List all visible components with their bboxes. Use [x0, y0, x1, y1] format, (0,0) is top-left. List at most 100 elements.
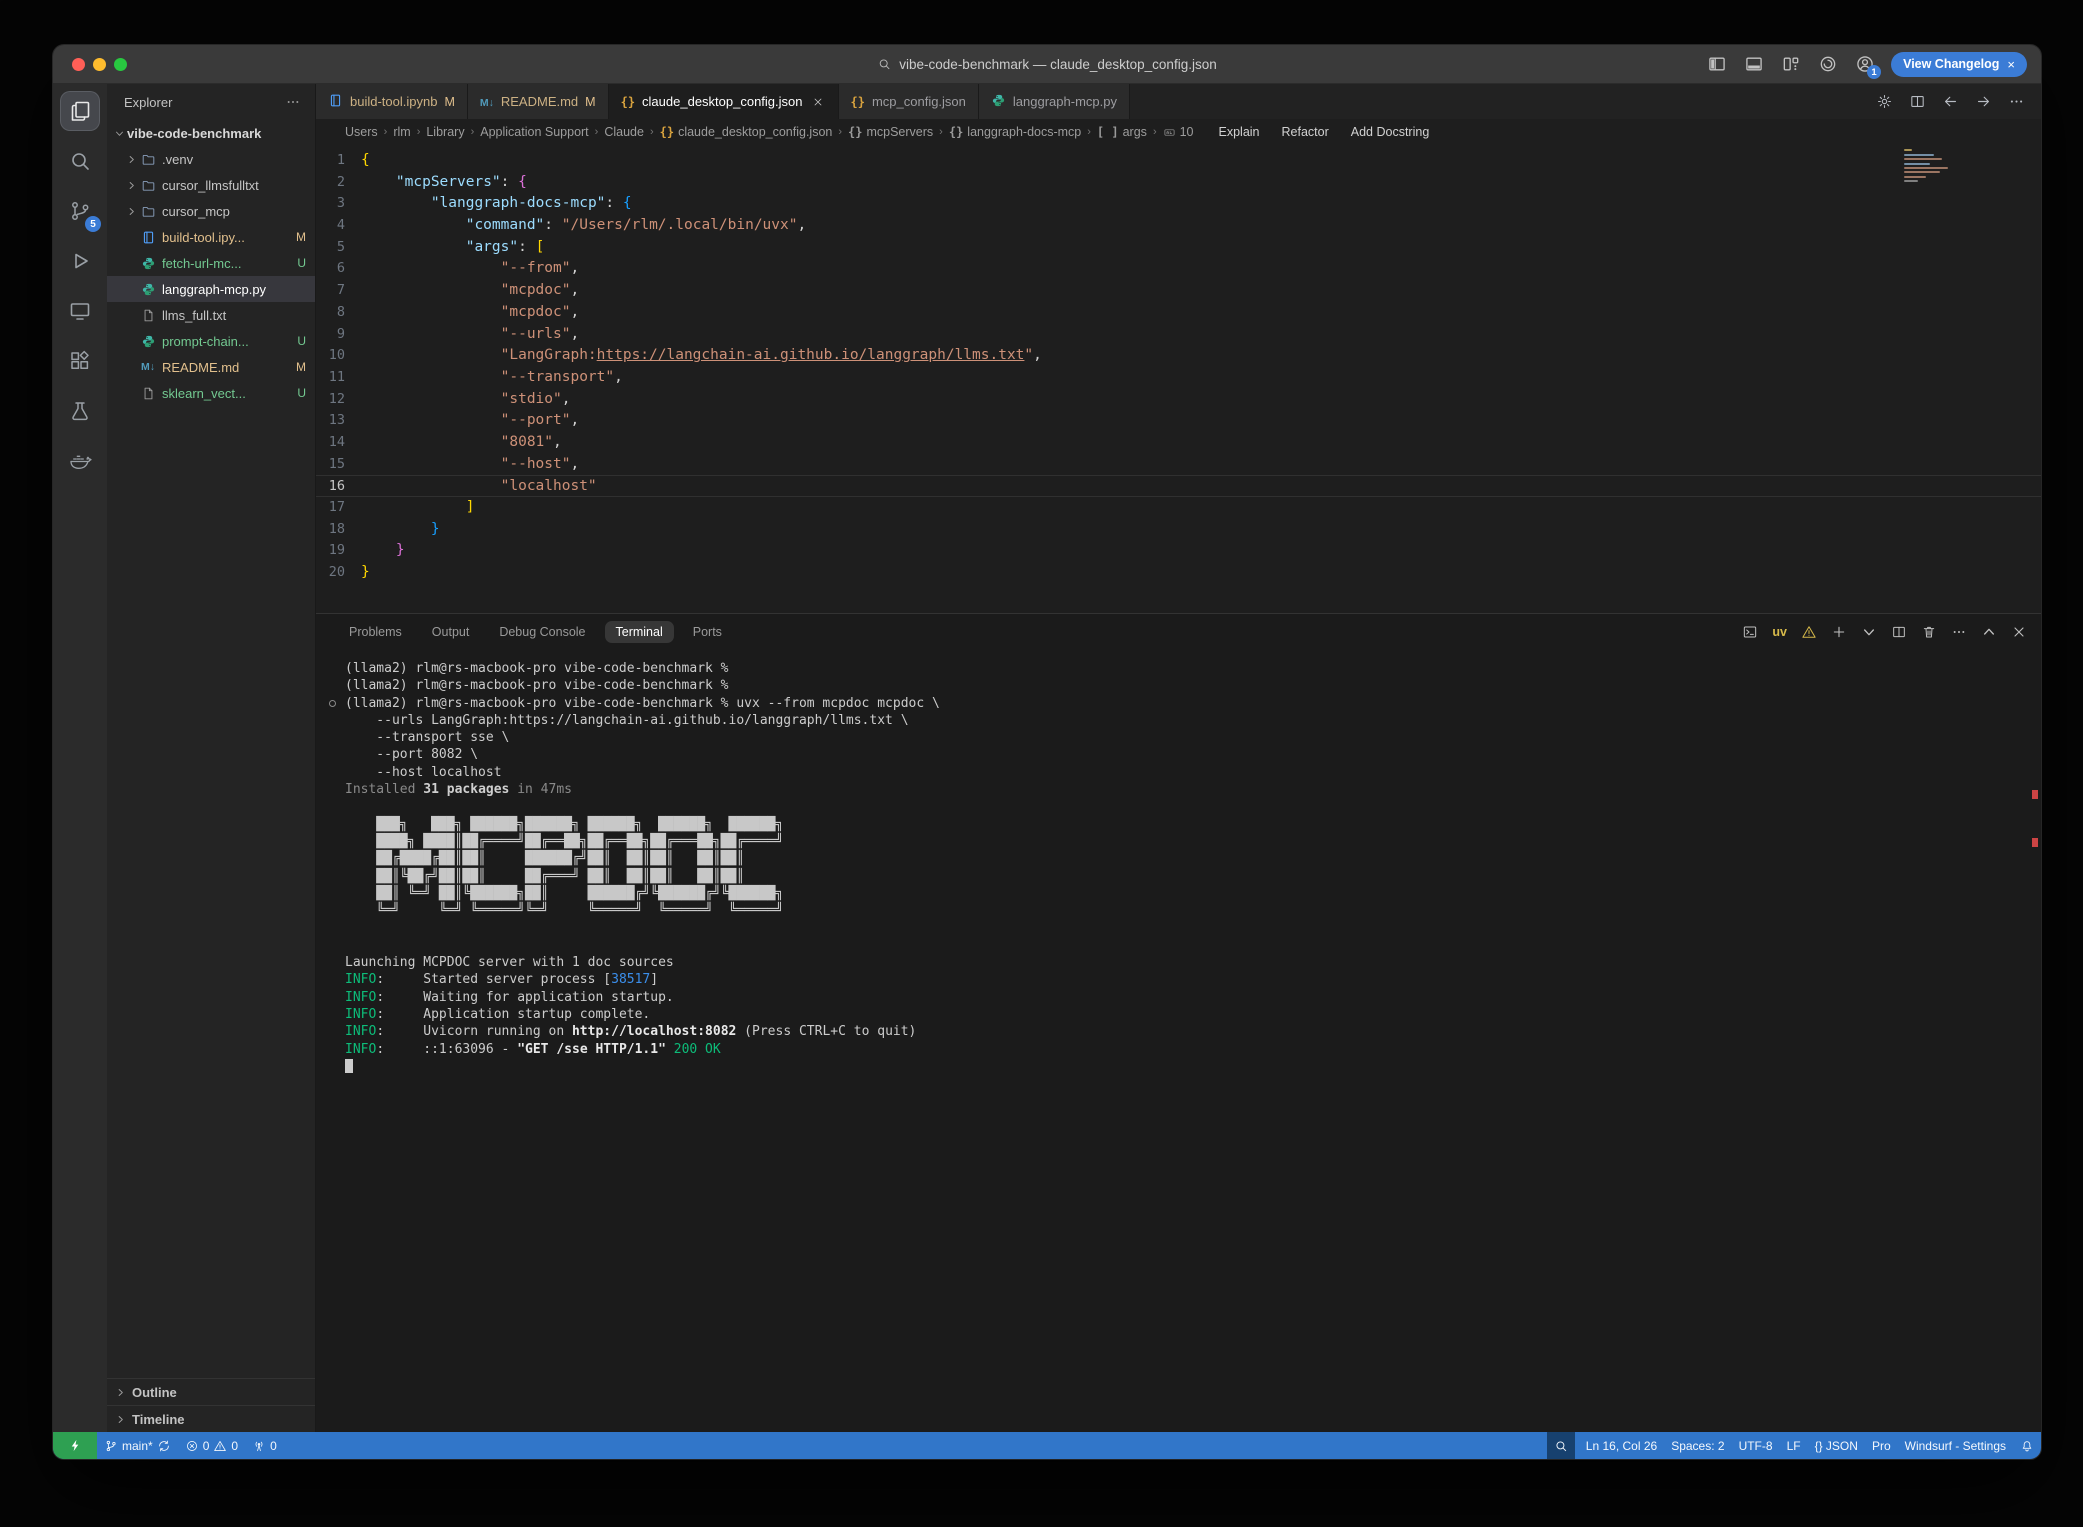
view-changelog-button[interactable]: View Changelog ×: [1891, 52, 2027, 77]
record-button[interactable]: [1817, 53, 1839, 75]
panel-tab-problems[interactable]: Problems: [338, 621, 413, 643]
activity-docker[interactable]: [61, 442, 99, 480]
breadcrumb-item-application-support[interactable]: Application Support: [480, 125, 588, 139]
breadcrumb-item-claude-desktop-config-json[interactable]: {}claude_desktop_config.json: [660, 125, 833, 139]
code-editor[interactable]: 1{2"mcpServers": {3"langgraph-docs-mcp":…: [316, 145, 2041, 613]
tree-item-venv[interactable]: .venv: [107, 146, 315, 172]
statusbar-problems[interactable]: 00: [178, 1432, 245, 1459]
gear-button[interactable]: [1876, 93, 1893, 110]
panel-tab-debug-console[interactable]: Debug Console: [488, 621, 596, 643]
statusbar-branch[interactable]: main*: [97, 1432, 178, 1459]
code-action-explain[interactable]: Explain: [1219, 125, 1260, 139]
ellipsis-button[interactable]: [1951, 624, 1967, 640]
minimize-window-button[interactable]: [93, 58, 106, 71]
sidebar-section-timeline[interactable]: Timeline: [107, 1405, 315, 1432]
warning-icon[interactable]: [1801, 624, 1817, 640]
tree-item-build-tool-ipy[interactable]: build-tool.ipy...M: [107, 224, 315, 250]
breadcrumb-item-rlm[interactable]: rlm: [393, 125, 410, 139]
terminal-line: (llama2) rlm@rs-macbook-pro vibe-code-be…: [345, 677, 2041, 694]
breadcrumb-item-args[interactable]: [ ]args: [1097, 125, 1147, 139]
close-button[interactable]: [2011, 624, 2027, 640]
activity-source-control[interactable]: 5: [61, 192, 99, 230]
tab-mcp-config-json[interactable]: {}mcp_config.json: [839, 84, 979, 119]
tab-langgraph-mcp-py[interactable]: langgraph-mcp.py: [979, 84, 1130, 119]
tab-claude-desktop-config-json[interactable]: {}claude_desktop_config.json: [609, 84, 839, 119]
layout-grid-button[interactable]: [1780, 53, 1802, 75]
code-text: "args": [: [361, 237, 544, 259]
account-button[interactable]: 1: [1854, 53, 1876, 75]
statusbar-json[interactable]: {} JSON: [1808, 1432, 1865, 1459]
breadcrumb-item-langgraph-docs-mcp[interactable]: {}langgraph-docs-mcp: [949, 125, 1081, 139]
layout-sidebar-button[interactable]: [1706, 53, 1728, 75]
ellipsis-button[interactable]: [2008, 93, 2025, 110]
statusbar-lf[interactable]: LF: [1780, 1432, 1808, 1459]
window-title-search[interactable]: vibe-code-benchmark — claude_desktop_con…: [877, 57, 1216, 72]
split-button[interactable]: [1891, 624, 1907, 640]
tree-item-llms-full-txt[interactable]: llms_full.txt: [107, 302, 315, 328]
code-text: }: [361, 540, 405, 562]
statusbar-utf-8[interactable]: UTF-8: [1732, 1432, 1780, 1459]
statusbar-zoom-button[interactable]: [1547, 1432, 1575, 1459]
breadcrumb-separator: ›: [1084, 126, 1094, 138]
code-line-18: 18}: [316, 519, 2041, 541]
tree-item-fetch-url-mc[interactable]: fetch-url-mc...U: [107, 250, 315, 276]
statusbar-spaces-2[interactable]: Spaces: 2: [1664, 1432, 1731, 1459]
git-status-badge: U: [297, 334, 306, 348]
chevron-down-button[interactable]: [1861, 624, 1877, 640]
layout-panel-button[interactable]: [1743, 53, 1765, 75]
tree-item-sklearn-vect[interactable]: sklearn_vect...U: [107, 380, 315, 406]
code-action-refactor[interactable]: Refactor: [1282, 125, 1329, 139]
activity-remote[interactable]: [61, 292, 99, 330]
sidebar-section-outline[interactable]: Outline: [107, 1378, 315, 1405]
activity-extensions[interactable]: [61, 342, 99, 380]
notifications-bell-button[interactable]: [2013, 1432, 2041, 1459]
activity-run-debug[interactable]: [61, 242, 99, 280]
panel-tab-terminal[interactable]: Terminal: [605, 621, 674, 643]
search-icon: [68, 149, 92, 173]
breadcrumb-item-mcpservers[interactable]: {}mcpServers: [848, 125, 933, 139]
tree-item-cursor-mcp[interactable]: cursor_mcp: [107, 198, 315, 224]
panel-tab-output[interactable]: Output: [421, 621, 481, 643]
minimap[interactable]: [1904, 147, 1962, 195]
statusbar-windsurf-settings[interactable]: Windsurf - Settings: [1898, 1432, 2013, 1459]
split-button[interactable]: [1909, 93, 1926, 110]
statusbar-ports[interactable]: 0: [245, 1432, 284, 1459]
tree-item-vibe-code-benchmark[interactable]: vibe-code-benchmark: [107, 120, 315, 146]
statusbar-ln-16-col-26[interactable]: Ln 16, Col 26: [1579, 1432, 1664, 1459]
line-number: 11: [316, 367, 361, 389]
activity-testing[interactable]: [61, 392, 99, 430]
plus-button[interactable]: [1831, 624, 1847, 640]
tab-close-icon[interactable]: [810, 94, 826, 110]
line-number: 2: [316, 172, 361, 194]
statusbar-pro[interactable]: Pro: [1865, 1432, 1898, 1459]
explorer-more-actions-icon[interactable]: [285, 94, 301, 110]
tab-build-tool-ipynb[interactable]: build-tool.ipynbM: [316, 84, 468, 119]
breadcrumb-item-users[interactable]: Users: [345, 125, 378, 139]
tab-readme-md[interactable]: M↓README.mdM: [468, 84, 609, 119]
terminal[interactable]: (llama2) rlm@rs-macbook-pro vibe-code-be…: [316, 650, 2041, 1432]
maximize-window-button[interactable]: [114, 58, 127, 71]
arrow-left-button[interactable]: [1942, 93, 1959, 110]
activity-explorer[interactable]: [61, 92, 99, 130]
tree-item-langgraph-mcp-py[interactable]: langgraph-mcp.py: [107, 276, 315, 302]
breadcrumb-item-10[interactable]: 10: [1163, 125, 1194, 139]
trash-button[interactable]: [1921, 624, 1937, 640]
breadcrumb-item-claude[interactable]: Claude: [604, 125, 644, 139]
tree-item-cursor-llmsfulltxt[interactable]: cursor_llmsfulltxt: [107, 172, 315, 198]
breadcrumb-item-library[interactable]: Library: [426, 125, 464, 139]
terminal-process-label[interactable]: uv: [1772, 625, 1787, 639]
terminal-icon[interactable]: [1742, 624, 1758, 640]
panel-tab-ports[interactable]: Ports: [682, 621, 733, 643]
changelog-close-icon[interactable]: ×: [2007, 57, 2015, 72]
close-window-button[interactable]: [72, 58, 85, 71]
tree-item-readme-md[interactable]: M↓README.mdM: [107, 354, 315, 380]
code-action-add-docstring[interactable]: Add Docstring: [1351, 125, 1430, 139]
breadcrumb: Users›rlm›Library›Application Support›Cl…: [316, 119, 2041, 145]
terminal-line: (llama2) rlm@rs-macbook-pro vibe-code-be…: [345, 660, 2041, 677]
arrow-right-button[interactable]: [1975, 93, 1992, 110]
remote-indicator[interactable]: [53, 1432, 97, 1459]
chevron-up-button[interactable]: [1981, 624, 1997, 640]
activity-search[interactable]: [61, 142, 99, 180]
tree-item-prompt-chain[interactable]: prompt-chain...U: [107, 328, 315, 354]
braces-icon: {}: [848, 125, 862, 139]
